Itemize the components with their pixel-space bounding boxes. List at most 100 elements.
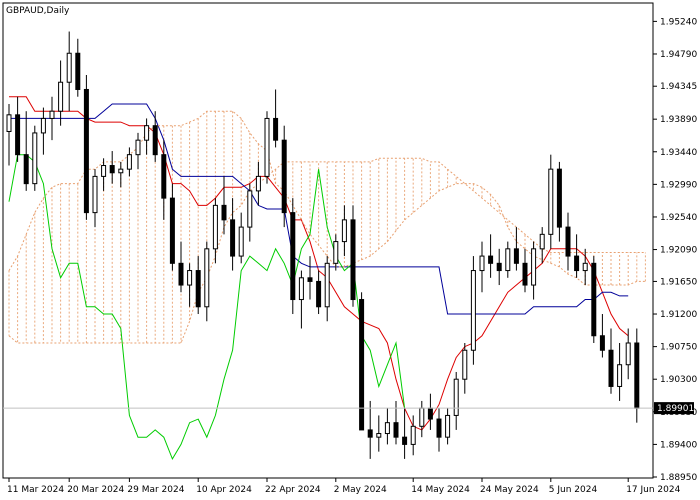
y-tick-label: 1.92990 [660, 180, 697, 190]
candle-body [6, 114, 12, 132]
candle-body [582, 262, 588, 272]
candle-body [359, 299, 365, 431]
candle-body [40, 117, 46, 134]
candle-body [109, 165, 115, 174]
candle-body [66, 52, 72, 83]
x-tick-label: 5 Jun 2024 [549, 485, 598, 495]
candle-body [230, 219, 236, 257]
candle-body [32, 132, 38, 185]
y-tick-label: 1.90750 [660, 343, 697, 353]
candle-body [83, 88, 89, 214]
candle-body [427, 407, 433, 420]
candle-body [350, 219, 356, 301]
candle-body [376, 433, 382, 438]
candle-body [58, 81, 64, 112]
candle-body [204, 248, 210, 308]
candle-body [316, 280, 322, 308]
candle-body [488, 255, 494, 264]
candle-body [634, 342, 640, 409]
candle-body [384, 422, 390, 435]
candle-body [264, 117, 270, 177]
candle-body [393, 422, 399, 438]
candle-body [470, 270, 476, 351]
x-tick-label: 29 Mar 2024 [127, 485, 184, 495]
candle-body [410, 425, 416, 445]
candle-body [290, 212, 296, 301]
y-tick-label: 1.94345 [660, 82, 697, 92]
candle-body [599, 335, 605, 351]
candle-body [75, 52, 81, 90]
candle-body [324, 262, 330, 308]
x-tick-label: 11 Mar 2024 [7, 485, 64, 495]
candle-body [574, 255, 580, 272]
candle-body [126, 154, 132, 170]
candle-body [247, 190, 253, 228]
candle-body [436, 418, 442, 438]
candle-body [212, 204, 218, 250]
candle-body [169, 197, 175, 264]
candle-body [298, 277, 304, 301]
candle-body [462, 349, 468, 380]
chart-title: GBPAUD,Daily [6, 6, 70, 16]
y-tick-label: 1.92090 [660, 246, 697, 256]
candle-body [539, 233, 545, 250]
candle-body [522, 262, 528, 286]
y-tick-label: 1.88950 [660, 473, 697, 483]
candle-body [341, 219, 347, 243]
y-tick-label: 1.95240 [660, 17, 697, 27]
y-tick-label: 1.91650 [660, 277, 697, 287]
candle-body [591, 262, 597, 337]
candle-body [625, 342, 631, 366]
candle-body [513, 248, 519, 264]
candle-body [445, 414, 451, 438]
candle-body [505, 248, 511, 272]
candle-body [556, 168, 562, 228]
chart-window: 1.95240 1.94790 1.94345 1.93890 1.93440 1.929… [0, 0, 700, 500]
candle-body [307, 277, 313, 282]
ichimoku-chart: 1.95240 1.94790 1.94345 1.93890 1.93440 1.929… [0, 0, 700, 500]
candle-body [453, 378, 459, 416]
candle-body [195, 270, 201, 308]
x-tick-label: 20 Mar 2024 [67, 485, 124, 495]
x-tick-label: 2 May 2024 [334, 485, 387, 495]
candle-body [221, 204, 227, 221]
y-tick-label: 1.91200 [660, 310, 697, 320]
candle-body [608, 349, 614, 387]
candle-body [419, 407, 425, 427]
candle-body [496, 262, 502, 272]
candle-body [23, 154, 29, 185]
candle-body [273, 117, 279, 141]
candle-body [238, 226, 244, 257]
candle-body [531, 248, 537, 286]
candle-body [548, 168, 554, 235]
x-tick-label: 10 Apr 2024 [196, 485, 252, 495]
x-tick-label: 14 May 2024 [411, 485, 470, 495]
candle-body [101, 165, 107, 177]
candle-body [161, 154, 167, 199]
candle-body [565, 226, 571, 257]
candle-body [152, 125, 158, 156]
candle-body [617, 364, 623, 387]
y-tick-label: 1.93440 [660, 148, 697, 158]
candle-body [402, 436, 408, 445]
y-tick-label: 1.92540 [660, 213, 697, 223]
x-tick-label: 22 Apr 2024 [265, 485, 321, 495]
y-tick-label: 1.89400 [660, 440, 697, 450]
candle-body [333, 241, 339, 264]
candle-body [281, 139, 287, 214]
candle-body [178, 262, 184, 286]
y-tick-label: 1.94790 [660, 50, 697, 60]
candle-body [135, 139, 141, 156]
x-tick-label: 17 Jun 2024 [626, 485, 680, 495]
y-tick-label: 1.93890 [660, 115, 697, 125]
candle-body [144, 125, 150, 141]
candle-body [92, 175, 98, 214]
candle-body [15, 114, 21, 156]
chart-background [0, 0, 700, 500]
candle-body [187, 270, 193, 286]
y-tick-label: 1.90300 [660, 375, 697, 385]
candle-body [118, 168, 124, 174]
candle-body [49, 110, 55, 119]
current-price-label: 1.89901 [657, 404, 694, 414]
candle-body [255, 175, 261, 192]
